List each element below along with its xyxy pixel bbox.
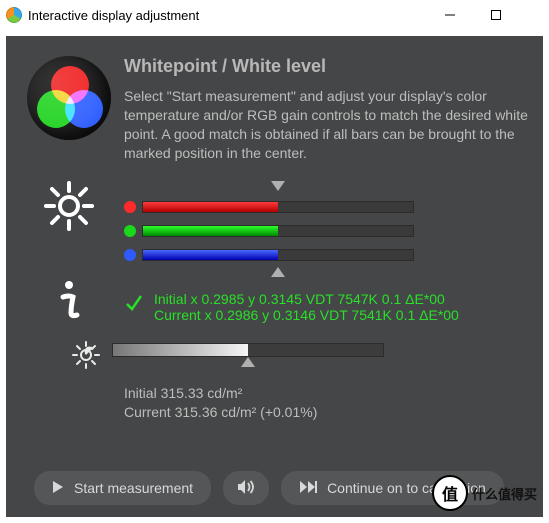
titlebar: Interactive display adjustment: [0, 0, 549, 30]
brightness-bar: [112, 343, 384, 357]
sun-icon: [43, 180, 95, 237]
sound-button[interactable]: [223, 471, 269, 505]
watermark-badge: 值: [432, 475, 468, 511]
readout-current: Current x 0.2986 y 0.3146 VDT 7541K 0.1 …: [154, 307, 459, 323]
center-marker-top: [142, 181, 535, 195]
fast-forward-icon: [299, 480, 317, 497]
readout-initial: Initial x 0.2985 y 0.3145 VDT 7547K 0.1 …: [154, 291, 459, 307]
red-dot-icon: [124, 201, 136, 213]
red-bar: [142, 201, 414, 213]
play-icon: [52, 480, 64, 497]
side-icon-column: [14, 50, 124, 423]
speaker-icon: [237, 479, 255, 498]
green-bar: [142, 225, 414, 237]
watermark-text: 什么值得买: [472, 484, 537, 503]
green-dot-icon: [124, 225, 136, 237]
app-icon: [6, 7, 22, 23]
content-column: Whitepoint / White level Select "Start m…: [124, 50, 535, 423]
minimize-button[interactable]: [427, 0, 473, 30]
info-icon: [49, 277, 89, 330]
checkmark-icon: [124, 293, 144, 316]
blue-dot-icon: [124, 249, 136, 261]
rgb-bars: [124, 181, 535, 281]
client-area: Whitepoint / White level Select "Start m…: [6, 36, 543, 517]
brightness-center-marker: [112, 357, 384, 371]
brightness-icon: [72, 341, 100, 374]
luminance-initial: Initial 315.33 cd/m²: [124, 384, 535, 404]
maximize-button[interactable]: [473, 0, 519, 30]
blue-bar: [142, 249, 414, 261]
page-description: Select "Start measurement" and adjust yo…: [124, 87, 535, 163]
luminance-readout: Initial 315.33 cd/m² Current 315.36 cd/m…: [124, 384, 535, 423]
watermark: 值 什么值得买: [432, 475, 537, 511]
whitepoint-readout: Initial x 0.2985 y 0.3145 VDT 7547K 0.1 …: [124, 291, 535, 323]
center-marker-bottom: [142, 267, 535, 281]
rgb-venn-icon: [27, 56, 111, 140]
luminance-current: Current 315.36 cd/m² (+0.01%): [124, 403, 535, 423]
window-title: Interactive display adjustment: [28, 8, 199, 23]
close-button[interactable]: [519, 0, 549, 30]
start-measurement-label: Start measurement: [74, 480, 193, 496]
brightness-row: [124, 341, 535, 374]
start-measurement-button[interactable]: Start measurement: [34, 471, 211, 505]
page-title: Whitepoint / White level: [124, 56, 535, 77]
